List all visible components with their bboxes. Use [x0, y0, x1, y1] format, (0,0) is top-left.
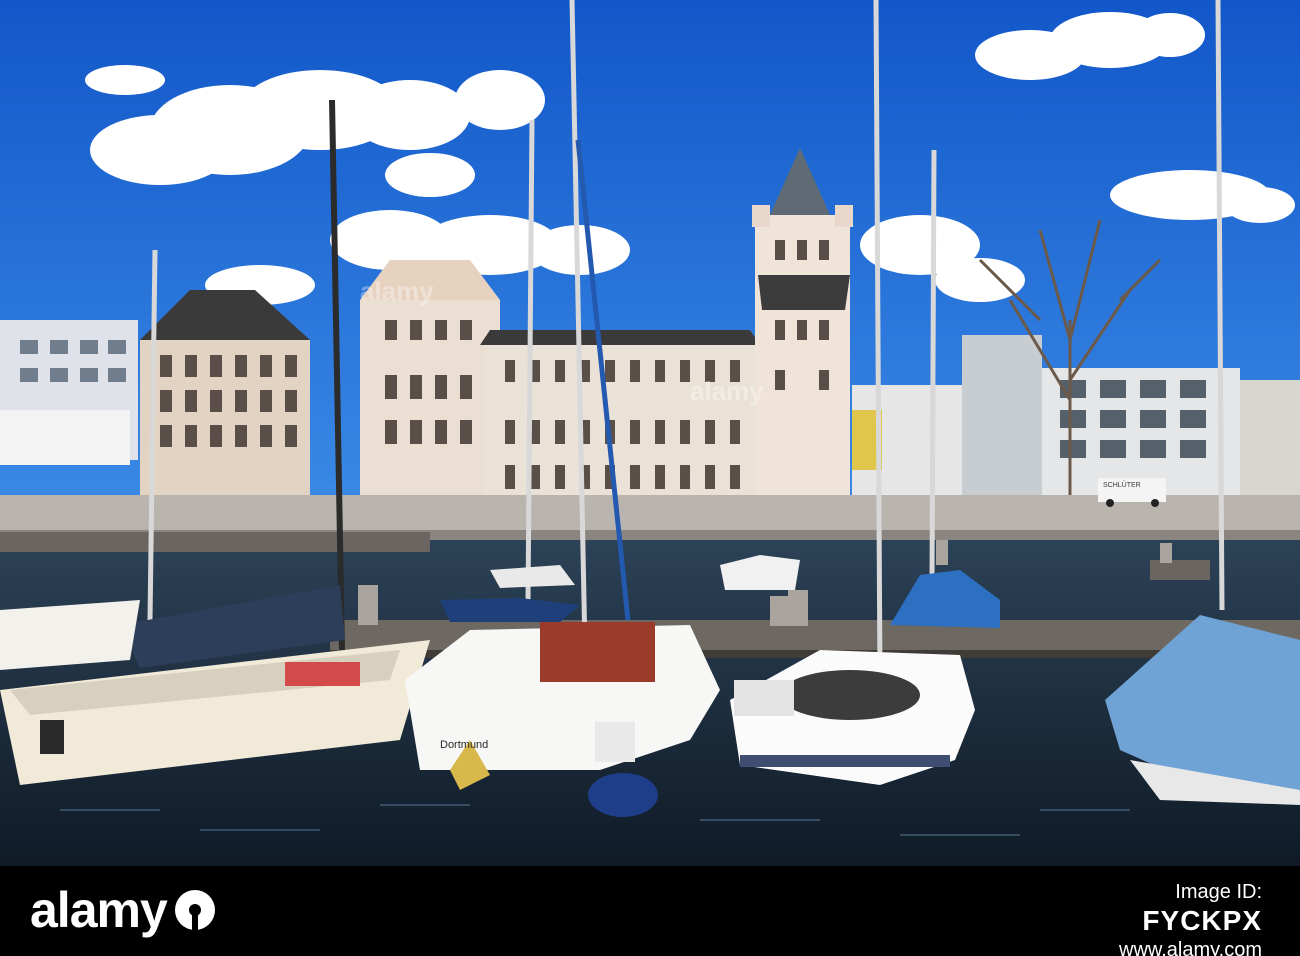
alamy-logo[interactable]: alamy	[30, 880, 215, 940]
marina-photo: alamy alamy Dortmund SCHLÜTER	[0, 0, 1300, 866]
sailboat-far-left	[0, 600, 140, 670]
watermark-text: alamy	[690, 376, 764, 406]
image-id-block: Image ID: FYCKPX www.alamy.com	[1119, 880, 1262, 956]
boat-hull-label: Dortmund	[440, 739, 488, 751]
image-id-value: FYCKPX	[1142, 905, 1262, 936]
alamy-logo-icon	[174, 890, 215, 930]
watermark-text: alamy	[360, 276, 434, 306]
footer-bar: alamy Image ID: FYCKPX www.alamy.com	[0, 866, 1300, 956]
modern-building-right	[962, 335, 1042, 495]
alamy-website[interactable]: www.alamy.com	[1119, 938, 1262, 956]
image-id-label: Image ID:	[1175, 881, 1262, 903]
stock-photo-frame: alamy alamy Dortmund SCHLÜTER alamy Imag…	[0, 0, 1300, 956]
van-label: SCHLÜTER	[1103, 481, 1141, 489]
alamy-wordmark: alamy	[30, 882, 168, 938]
photo-scene: alamy alamy Dortmund SCHLÜTER	[0, 0, 1300, 866]
